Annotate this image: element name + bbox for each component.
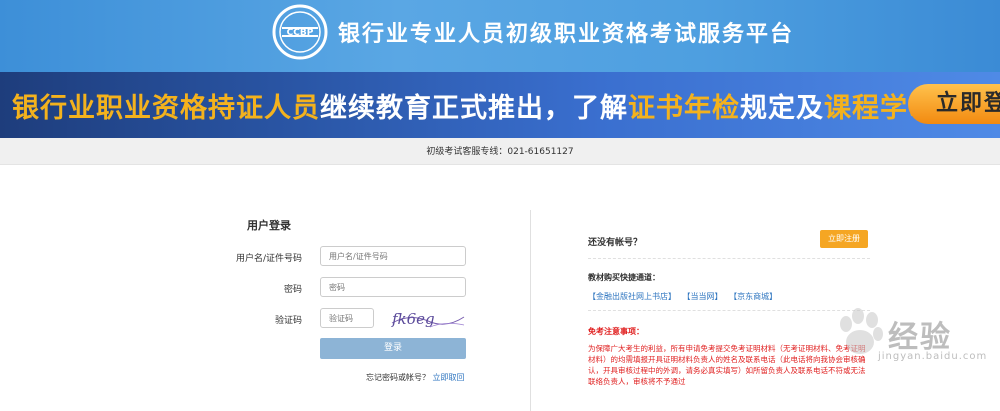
banner-text-part1: 银行业职业资格持证人员 <box>12 93 320 124</box>
login-button[interactable]: 登录 <box>320 338 466 359</box>
banner-text-part4: 规定及 <box>740 93 824 124</box>
forgot-password: 忘记密码或帐号？ 立即取回 <box>366 372 465 383</box>
link-finance-bookstore[interactable]: 【金融出版社网上书店】 <box>588 292 676 301</box>
textbook-channel-links: 【金融出版社网上书店】 【当当网】 【京东商城】 <box>588 291 781 302</box>
watermark-url: jingyan.baidu.com <box>878 351 988 362</box>
watermark-text: 经验 <box>888 320 952 355</box>
hotline-text: 初级考试客服专线：021-61651127 <box>426 147 574 157</box>
username-input[interactable] <box>320 246 466 266</box>
link-jd-mall[interactable]: 【京东商城】 <box>729 292 777 301</box>
logo-text: CCBP <box>287 28 314 38</box>
textbook-channel-title: 教材购买快捷通道： <box>588 273 660 282</box>
site-header: CCBP 银行业专业人员初级职业资格考试服务平台 <box>0 0 1000 72</box>
captcha-image[interactable]: fk6eg <box>390 305 465 331</box>
login-title: 用户登录 <box>247 219 291 232</box>
banner-text: 银行业职业资格持证人员继续教育正式推出，了解证书年检规定及课程学习 <box>12 86 936 125</box>
promo-banner[interactable]: 银行业职业资格持证人员继续教育正式推出，了解证书年检规定及课程学习 立即登 <box>0 72 1000 138</box>
link-dangdang[interactable]: 【当当网】 <box>683 292 723 301</box>
captcha-label: 验证码 <box>274 316 302 326</box>
divider-dashed <box>588 258 870 260</box>
captcha-input[interactable] <box>320 308 374 328</box>
retrieve-link[interactable]: 立即取回 <box>433 373 465 382</box>
column-divider <box>530 210 531 411</box>
exemption-notice-title: 免考注意事项： <box>588 327 644 336</box>
captcha-text: fk6eg <box>391 310 435 328</box>
banner-text-part2: 继续教育正式推出，了解 <box>320 93 628 124</box>
hotline-bar: 初级考试客服专线：021-61651127 <box>0 138 1000 165</box>
username-label: 用户名/证件号码 <box>235 254 302 264</box>
ccbp-logo-icon[interactable]: CCBP <box>272 4 328 60</box>
banner-login-button[interactable]: 立即登 <box>908 84 1000 124</box>
platform-title: 银行业专业人员初级职业资格考试服务平台 <box>338 22 795 47</box>
password-label: 密码 <box>283 285 302 295</box>
banner-text-part3: 证书年检 <box>628 93 740 124</box>
register-button[interactable]: 立即注册 <box>820 230 868 248</box>
password-input[interactable] <box>320 277 466 297</box>
no-account-text: 还没有帐号？ <box>588 238 643 248</box>
forgot-text: 忘记密码或帐号？ <box>366 373 430 382</box>
